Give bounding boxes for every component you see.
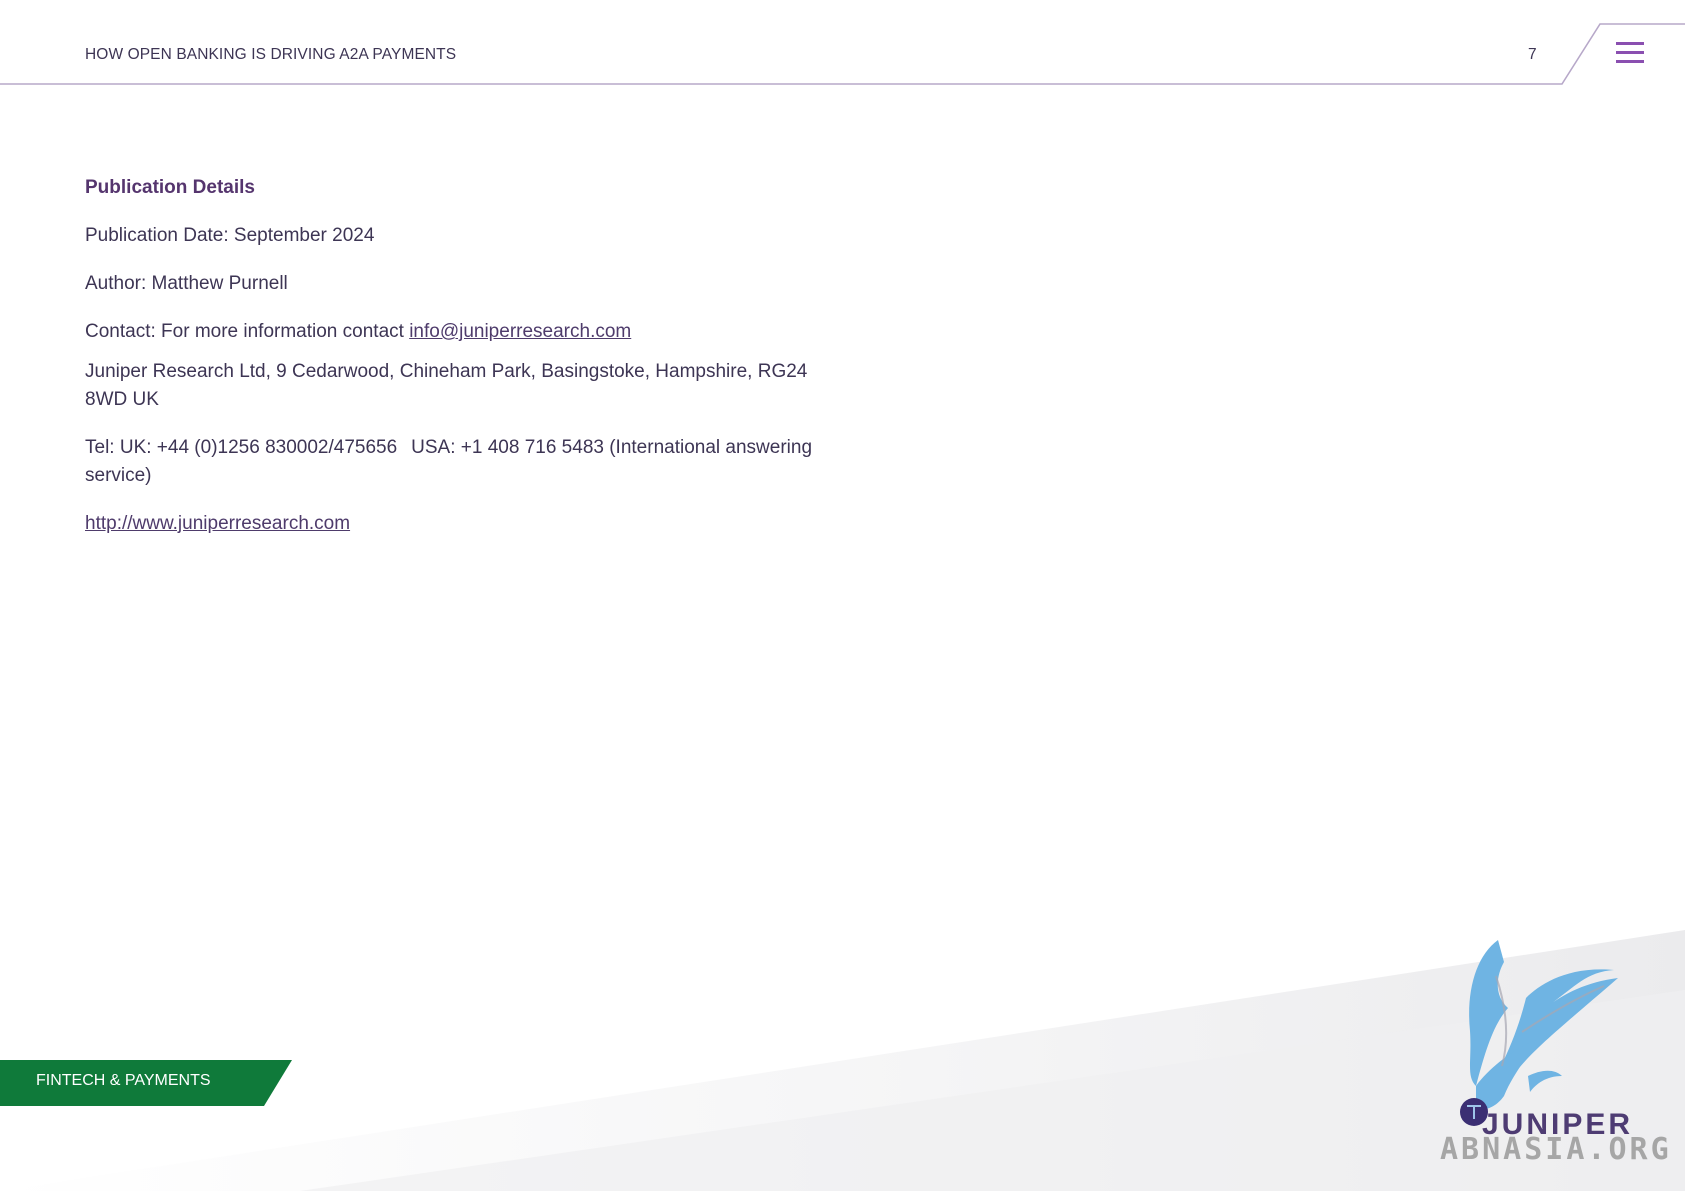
address: Juniper Research Ltd, 9 Cedarwood, Chine…	[85, 361, 808, 410]
watermark: ABNASIA.ORG	[1440, 1132, 1672, 1167]
contact-prefix: Contact: For more information contact	[85, 321, 410, 342]
contact-email-link[interactable]: info@juniperresearch.com	[409, 321, 631, 342]
publication-date: Publication Date: September 2024	[85, 225, 375, 246]
menu-button[interactable]	[1610, 36, 1650, 72]
website-line: http://www.juniperresearch.com	[85, 510, 815, 538]
telephone: Tel: UK: +44 (0)1256 830002/475656 USA: +…	[85, 434, 815, 490]
telephone-uk: Tel: UK: +44 (0)1256 830002/475656	[85, 437, 398, 458]
contact-line: Contact: For more information contact in…	[85, 318, 815, 346]
category-label: FINTECH & PAYMENTS	[36, 1072, 211, 1089]
author: Author: Matthew Purnell	[85, 273, 288, 294]
document-page: HOW OPEN BANKING IS DRIVING A2A PAYMENTS…	[0, 0, 1685, 1191]
page-number: 7	[1528, 46, 1537, 63]
publication-details: Publication Details Publication Date: Se…	[85, 174, 815, 558]
website-link[interactable]: http://www.juniperresearch.com	[85, 513, 350, 534]
document-title: HOW OPEN BANKING IS DRIVING A2A PAYMENTS	[85, 46, 457, 63]
header-frame	[0, 23, 1685, 85]
juniper-logo	[1460, 940, 1618, 1126]
section-heading: Publication Details	[85, 177, 255, 198]
hamburger-menu-icon	[1616, 42, 1644, 63]
